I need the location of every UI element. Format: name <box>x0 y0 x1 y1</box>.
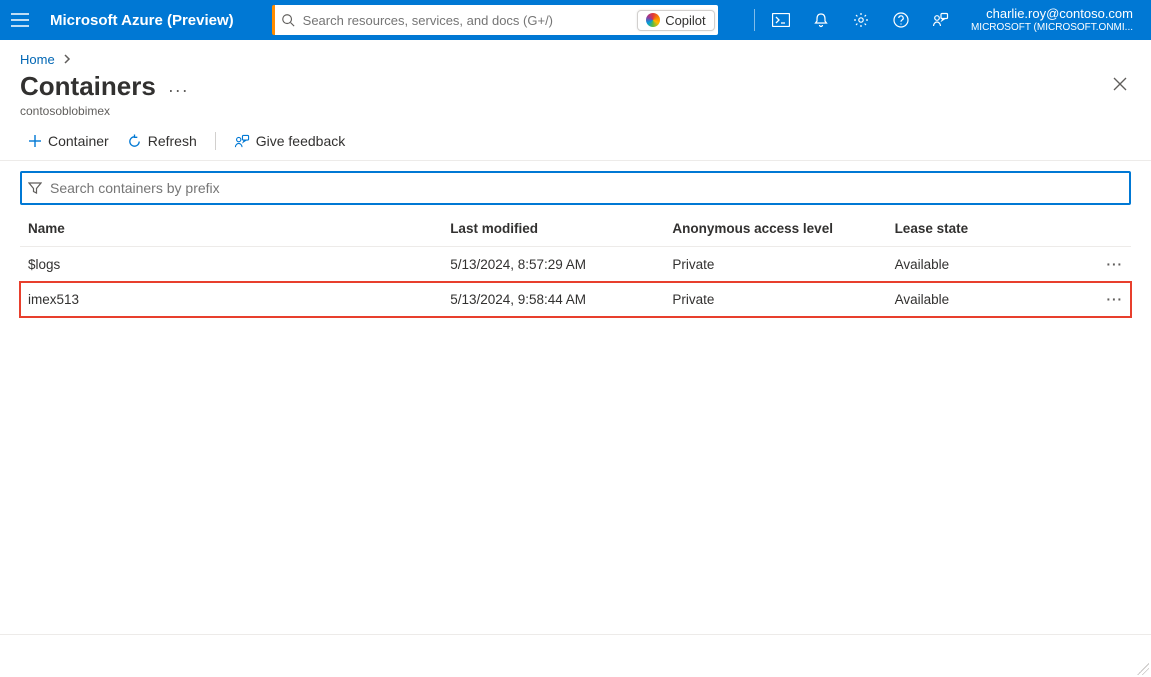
page-header: Containers ··· contosoblobimex <box>0 71 1151 118</box>
hamburger-menu-button[interactable] <box>0 0 40 40</box>
top-bar: Microsoft Azure (Preview) Copilot <box>0 0 1151 40</box>
cell-name[interactable]: imex513 <box>20 282 442 317</box>
filter-input[interactable] <box>48 179 1123 197</box>
cell-modified: 5/13/2024, 9:58:44 AM <box>442 282 664 317</box>
cell-lease: Available <box>887 282 1076 317</box>
column-header-access[interactable]: Anonymous access level <box>664 211 886 247</box>
cell-modified: 5/13/2024, 8:57:29 AM <box>442 247 664 283</box>
cloud-shell-button[interactable] <box>761 0 801 40</box>
refresh-label: Refresh <box>148 133 197 149</box>
table-row[interactable]: $logs5/13/2024, 8:57:29 AMPrivateAvailab… <box>20 247 1131 283</box>
global-search-input[interactable] <box>301 12 638 29</box>
command-bar: Container Refresh Give feedback <box>0 118 1151 161</box>
column-header-lease[interactable]: Lease state <box>887 211 1076 247</box>
separator <box>215 132 216 150</box>
row-context-menu[interactable]: ··· <box>1075 247 1131 283</box>
give-feedback-label: Give feedback <box>256 133 346 149</box>
refresh-icon <box>127 134 142 149</box>
separator <box>754 9 755 31</box>
account-email: charlie.roy@contoso.com <box>986 6 1133 22</box>
copilot-label: Copilot <box>665 13 705 28</box>
page-actions-menu[interactable]: ··· <box>168 72 189 101</box>
column-header-modified[interactable]: Last modified <box>442 211 664 247</box>
column-header-name[interactable]: Name <box>20 211 442 247</box>
give-feedback-button[interactable]: Give feedback <box>234 133 346 149</box>
global-search[interactable]: Copilot <box>272 5 718 35</box>
person-feedback-icon <box>234 134 250 149</box>
breadcrumb: Home <box>0 40 1151 71</box>
filter-icon <box>28 181 42 195</box>
breadcrumb-home[interactable]: Home <box>20 52 55 67</box>
account-area[interactable]: charlie.roy@contoso.com MICROSOFT (MICRO… <box>961 6 1143 34</box>
row-context-menu[interactable]: ··· <box>1075 282 1131 317</box>
add-container-button[interactable]: Container <box>28 133 109 149</box>
account-tenant: MICROSOFT (MICROSOFT.ONMI... <box>971 22 1133 34</box>
hamburger-icon <box>11 13 29 27</box>
bell-icon <box>813 12 829 28</box>
terminal-icon <box>772 13 790 27</box>
chevron-right-icon <box>63 52 71 67</box>
help-button[interactable] <box>881 0 921 40</box>
close-blade-button[interactable] <box>1113 71 1131 96</box>
page-title: Containers <box>20 71 156 102</box>
divider <box>0 634 1151 635</box>
feedback-top-button[interactable] <box>921 0 961 40</box>
search-icon <box>281 13 295 27</box>
brand-label: Microsoft Azure (Preview) <box>48 12 244 29</box>
cell-name[interactable]: $logs <box>20 247 442 283</box>
cell-access: Private <box>664 282 886 317</box>
refresh-button[interactable]: Refresh <box>127 133 197 149</box>
column-header-menu <box>1075 211 1131 247</box>
table-header-row: Name Last modified Anonymous access leve… <box>20 211 1131 247</box>
copilot-icon <box>646 13 660 27</box>
add-container-label: Container <box>48 133 109 149</box>
person-feedback-icon <box>932 12 949 28</box>
cell-lease: Available <box>887 247 1076 283</box>
copilot-button[interactable]: Copilot <box>637 10 714 31</box>
notifications-button[interactable] <box>801 0 841 40</box>
containers-table: Name Last modified Anonymous access leve… <box>20 211 1131 317</box>
top-bar-right: charlie.roy@contoso.com MICROSOFT (MICRO… <box>748 0 1143 40</box>
resize-handle[interactable] <box>1137 663 1149 675</box>
cell-access: Private <box>664 247 886 283</box>
gear-icon <box>853 12 869 28</box>
help-icon <box>893 12 909 28</box>
page-subtitle: contosoblobimex <box>20 104 189 118</box>
table-row[interactable]: imex5135/13/2024, 9:58:44 AMPrivateAvail… <box>20 282 1131 317</box>
content-area: Name Last modified Anonymous access leve… <box>0 161 1151 317</box>
settings-button[interactable] <box>841 0 881 40</box>
plus-icon <box>28 134 42 148</box>
close-icon <box>1113 77 1127 91</box>
filter-box[interactable] <box>20 171 1131 205</box>
